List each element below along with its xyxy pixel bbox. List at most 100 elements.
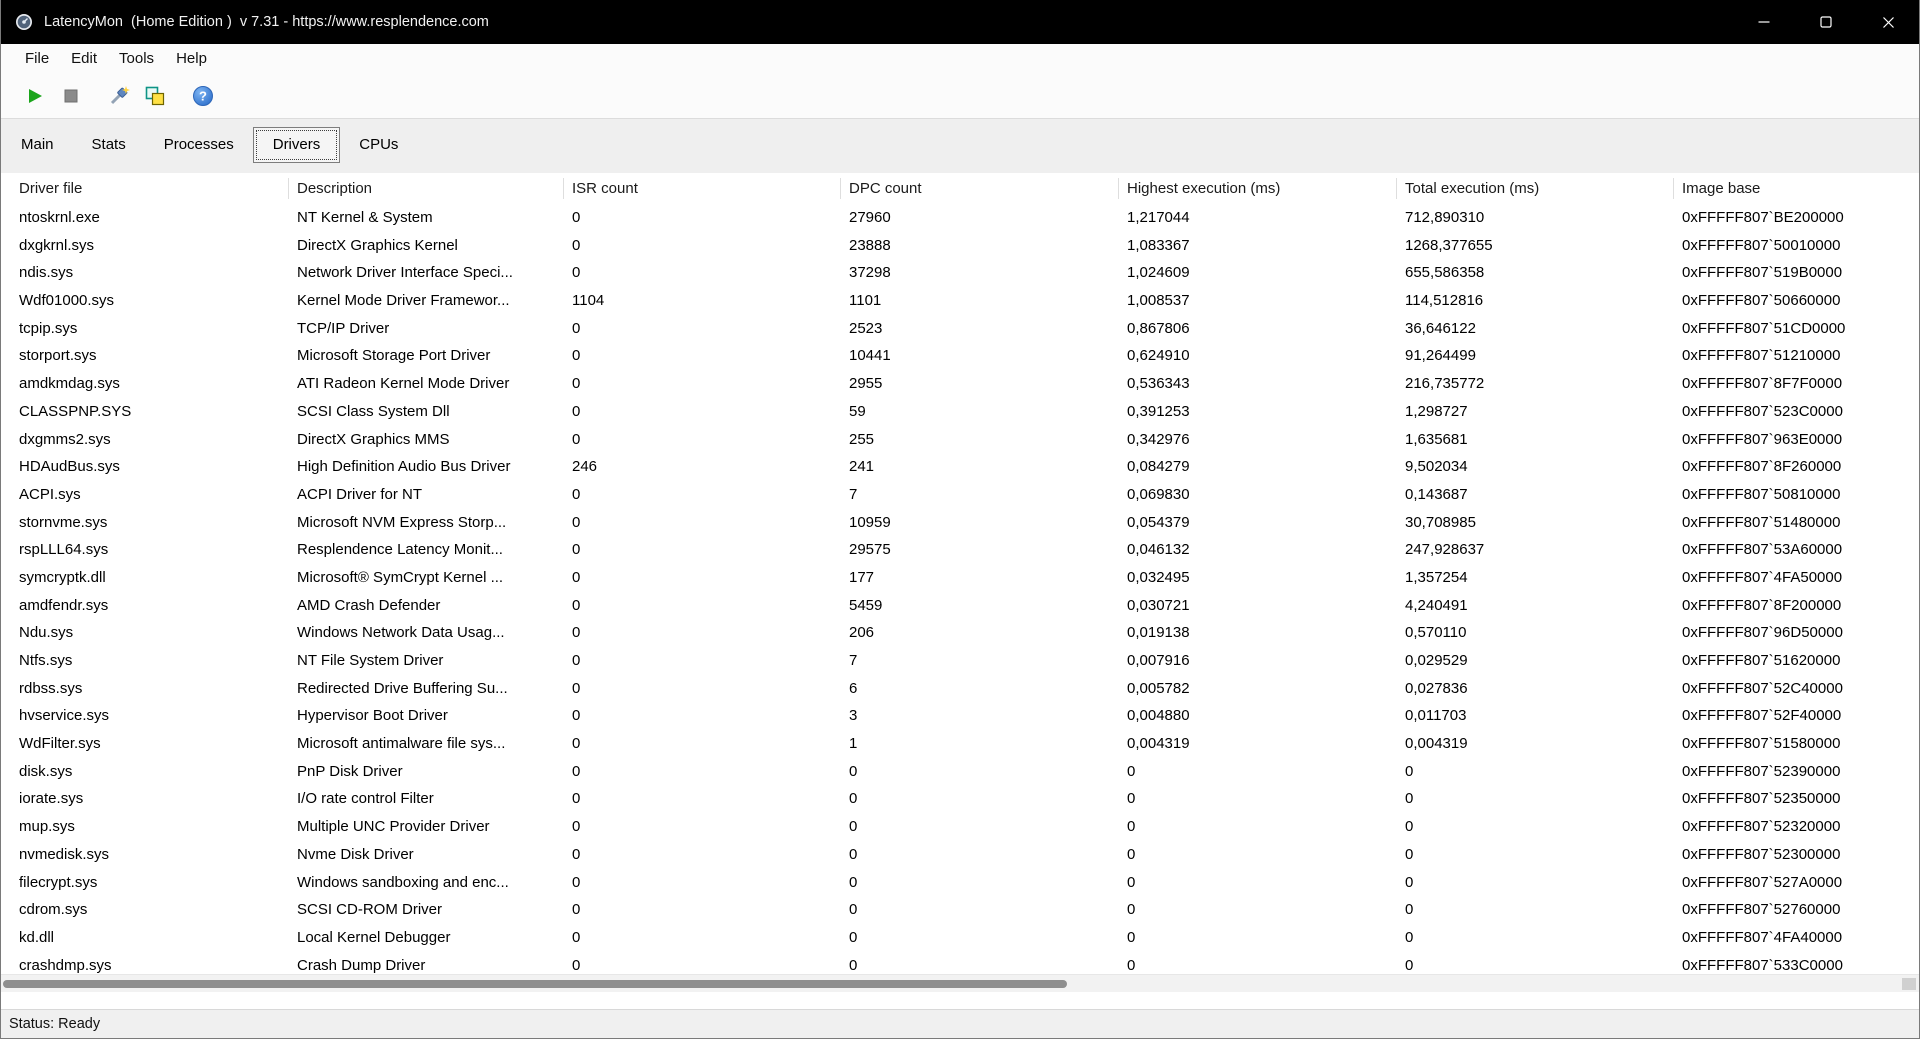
table-row[interactable]: amdfendr.sys AMD Crash Defender 0 5459 0,030… — [1, 592, 1919, 620]
table-row[interactable]: kd.dll Local Kernel Debugger 0 0 0 0 0xFFFFF80… — [1, 924, 1919, 952]
start-button[interactable] — [17, 79, 53, 113]
column-header[interactable]: Total execution (ms) — [1397, 173, 1674, 204]
table-cell: rdbss.sys — [19, 679, 83, 697]
menu-item-help[interactable]: Help — [165, 44, 218, 74]
table-cell: Microsoft Storage Port Driver — [297, 347, 491, 365]
table-row[interactable]: Ndu.sys Windows Network Data Usag... 0 206 0… — [1, 619, 1919, 647]
table-cell: 0 — [572, 873, 581, 891]
copy-report-button[interactable] — [137, 79, 173, 113]
menu-item-edit[interactable]: Edit — [60, 44, 108, 74]
table-cell: 0xFFFFF807`52350000 — [1682, 790, 1841, 808]
table-row[interactable]: tcpip.sys TCP/IP Driver 0 2523 0,867806 36,64… — [1, 315, 1919, 343]
table-cell: 0 — [572, 485, 581, 503]
table-cell: 0,027836 — [1405, 679, 1468, 697]
table-cell: 0 — [1405, 818, 1414, 836]
table-cell: 23888 — [849, 236, 891, 254]
table-row[interactable]: rdbss.sys Redirected Drive Buffering Su..… — [1, 675, 1919, 703]
table-cell: 0 — [572, 735, 581, 753]
table-cell: 0 — [1127, 901, 1136, 919]
tab-stats[interactable]: Stats — [73, 127, 145, 163]
table-row[interactable]: symcryptk.dll Microsoft® SymCrypt Kernel … — [1, 564, 1919, 592]
table-cell: 0,011703 — [1405, 707, 1467, 725]
titlebar[interactable]: LatencyMon (Home Edition ) v 7.31 - http… — [1, 0, 1919, 44]
table-cell: 0 — [1127, 845, 1136, 863]
table-row[interactable]: WdFilter.sys Microsoft antimalware file s… — [1, 730, 1919, 758]
close-button[interactable] — [1857, 0, 1919, 44]
horizontal-scrollbar[interactable] — [1, 974, 1919, 992]
table-row[interactable]: ntoskrnl.exe NT Kernel & System 0 27960 1,21… — [1, 204, 1919, 232]
table-cell: 37298 — [849, 264, 891, 282]
table-row[interactable]: disk.sys PnP Disk Driver 0 0 0 0 0xFFFFF807`52… — [1, 758, 1919, 786]
table-cell: WdFilter.sys — [19, 735, 101, 753]
maximize-button[interactable] — [1795, 0, 1857, 44]
column-header[interactable]: Highest execution (ms) — [1119, 173, 1397, 204]
hscrollbar-thumb[interactable] — [3, 980, 1068, 988]
table-row[interactable]: mup.sys Multiple UNC Provider Driver 0 0 0 0 0… — [1, 813, 1919, 841]
column-header[interactable]: Description — [289, 173, 564, 204]
table-cell: TCP/IP Driver — [297, 319, 390, 337]
table-cell: 0,029529 — [1405, 652, 1468, 669]
table-cell: 0,054379 — [1127, 513, 1190, 531]
table-row[interactable]: ndis.sys Network Driver Interface Speci..… — [1, 259, 1919, 287]
table-cell: 0,536343 — [1127, 375, 1190, 393]
table-row[interactable]: hvservice.sys Hypervisor Boot Driver 0 3 0,0… — [1, 702, 1919, 730]
table-cell: DirectX Graphics MMS — [297, 430, 450, 448]
table-cell: 0 — [572, 901, 581, 919]
table-row[interactable]: rspLLL64.sys Resplendence Latency Monit..… — [1, 536, 1919, 564]
column-header[interactable]: DPC count — [841, 173, 1119, 204]
column-header[interactable]: Driver file — [1, 173, 289, 204]
table-row[interactable]: CLASSPNP.SYS SCSI Class System Dll 0 59 0,39… — [1, 398, 1919, 426]
table-row[interactable]: stornvme.sys Microsoft NVM Express Storp.… — [1, 509, 1919, 537]
table-cell: 10441 — [849, 347, 891, 365]
menu-item-tools[interactable]: Tools — [108, 44, 165, 74]
table-cell: 0,007916 — [1127, 652, 1190, 669]
table-row[interactable]: amdkmdag.sys ATI Radeon Kernel Mode Drive… — [1, 370, 1919, 398]
table-cell: 255 — [849, 430, 875, 448]
table-cell: 0 — [572, 347, 581, 365]
table-row[interactable]: storport.sys Microsoft Storage Port Drive… — [1, 342, 1919, 370]
table-cell: Redirected Drive Buffering Su... — [297, 679, 508, 697]
table-cell: 0 — [572, 541, 581, 559]
app-window: LatencyMon (Home Edition ) v 7.31 - http… — [0, 0, 1920, 1039]
table-cell: 0,004319 — [1127, 735, 1190, 753]
column-header[interactable]: Image base — [1674, 173, 1919, 204]
table-cell: 0 — [572, 375, 581, 393]
table-cell: 0 — [572, 513, 581, 531]
table-cell: 0 — [1127, 762, 1136, 780]
table-row[interactable]: cdrom.sys SCSI CD-ROM Driver 0 0 0 0 0xFFFFF80… — [1, 896, 1919, 924]
column-header[interactable]: ISR count — [564, 173, 841, 204]
stop-button[interactable] — [53, 79, 89, 113]
table-cell: 1268,377655 — [1405, 236, 1493, 254]
tab-cpus[interactable]: CPUs — [340, 127, 417, 163]
table-cell: 0,019138 — [1127, 624, 1190, 642]
table-row[interactable]: ACPI.sys ACPI Driver for NT 0 7 0,069830 0,14… — [1, 481, 1919, 509]
table-row[interactable]: Ntfs.sys NT File System Driver 0 7 0,007916 0… — [1, 647, 1919, 675]
table-cell: 0xFFFFF807`4FA50000 — [1682, 568, 1843, 586]
table-row[interactable]: Wdf01000.sys Kernel Mode Driver Framewor.… — [1, 287, 1919, 315]
table-cell: 4,240491 — [1405, 596, 1468, 614]
table-row[interactable]: HDAudBus.sys High Definition Audio Bus Dr… — [1, 453, 1919, 481]
menu-item-file[interactable]: File — [14, 44, 60, 74]
table-cell: 1 — [849, 735, 858, 753]
tab-main[interactable]: Main — [2, 127, 73, 163]
table-cell: 0xFFFFF807`52390000 — [1682, 762, 1841, 780]
tab-processes[interactable]: Processes — [145, 127, 253, 163]
table-cell: 0xFFFFF807`51210000 — [1682, 347, 1841, 365]
table-cell: 0xFFFFF807`51580000 — [1682, 735, 1841, 753]
table-cell: disk.sys — [19, 762, 73, 780]
table-cell: 0 — [1405, 762, 1414, 780]
tab-drivers[interactable]: Drivers — [252, 127, 341, 163]
table-row[interactable]: filecrypt.sys Windows sandboxing and enc.… — [1, 869, 1919, 897]
options-button[interactable] — [101, 79, 137, 113]
table-cell: Wdf01000.sys — [19, 292, 115, 310]
table-row[interactable]: nvmedisk.sys Nvme Disk Driver 0 0 0 0 0xFFFFF8… — [1, 841, 1919, 869]
table-cell: 0xFFFFF807`52F40000 — [1682, 707, 1842, 725]
table-cell: 0,084279 — [1127, 458, 1190, 476]
status-bar: Status: Ready — [1, 1009, 1919, 1038]
help-button[interactable]: ? — [185, 79, 221, 113]
minimize-button[interactable] — [1733, 0, 1795, 44]
table-row[interactable]: dxgkrnl.sys DirectX Graphics Kernel 0 23888… — [1, 232, 1919, 260]
table-row[interactable]: dxgmms2.sys DirectX Graphics MMS 0 255 0,342… — [1, 426, 1919, 454]
table-row[interactable]: iorate.sys I/O rate control Filter 0 0 0 0 0xF… — [1, 785, 1919, 813]
table-cell: Ndu.sys — [19, 624, 74, 642]
